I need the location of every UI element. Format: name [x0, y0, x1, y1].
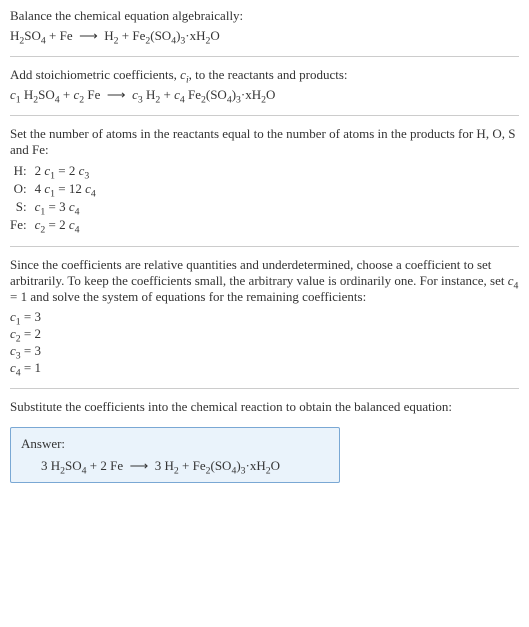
section-stoich: Add stoichiometric coefficients, ci, to …: [10, 67, 519, 103]
atoms-table: H: 2 c1 = 2 c3 O: 4 c1 = 12 c4 S: c1 = 3…: [10, 162, 96, 234]
table-row: Fe: c2 = 2 c4: [10, 216, 96, 234]
divider: [10, 246, 519, 247]
row-equation: 4 c1 = 12 c4: [35, 180, 96, 198]
divider: [10, 115, 519, 116]
coeff-value: c1 = 3: [10, 309, 519, 325]
table-row: H: 2 c1 = 2 c3: [10, 162, 96, 180]
coeff-value: c3 = 3: [10, 343, 519, 359]
balance-title: Balance the chemical equation algebraica…: [10, 8, 519, 24]
answer-box: Answer: 3 H2SO4 + 2 Fe ⟶ 3 H2 + Fe2(SO4)…: [10, 427, 340, 483]
section-solve: Since the coefficients are relative quan…: [10, 257, 519, 376]
stoich-equation: c1 H2SO4 + c2 Fe ⟶ c3 H2 + c4 Fe2(SO4)3·…: [10, 87, 519, 103]
row-label: Fe:: [10, 216, 35, 234]
section-atoms: Set the number of atoms in the reactants…: [10, 126, 519, 234]
answer-label: Answer:: [21, 436, 329, 452]
table-row: O: 4 c1 = 12 c4: [10, 180, 96, 198]
coefficients-list: c1 = 3 c2 = 2 c3 = 3 c4 = 1: [10, 309, 519, 376]
section-substitute: Substitute the coefficients into the che…: [10, 399, 519, 415]
atoms-title: Set the number of atoms in the reactants…: [10, 126, 519, 158]
row-label: O:: [10, 180, 35, 198]
row-equation: c2 = 2 c4: [35, 216, 96, 234]
section-balance: Balance the chemical equation algebraica…: [10, 8, 519, 44]
divider: [10, 388, 519, 389]
ci-symbol: ci: [180, 67, 189, 82]
coeff-value: c2 = 2: [10, 326, 519, 342]
row-equation: 2 c1 = 2 c3: [35, 162, 96, 180]
row-label: H:: [10, 162, 35, 180]
answer-equation: 3 H2SO4 + 2 Fe ⟶ 3 H2 + Fe2(SO4)3·xH2O: [41, 458, 329, 474]
solve-title: Since the coefficients are relative quan…: [10, 257, 519, 305]
substitute-title: Substitute the coefficients into the che…: [10, 399, 519, 415]
row-label: S:: [10, 198, 35, 216]
divider: [10, 56, 519, 57]
stoich-title: Add stoichiometric coefficients, ci, to …: [10, 67, 519, 83]
table-row: S: c1 = 3 c4: [10, 198, 96, 216]
balance-equation: H2SO4 + Fe ⟶ H2 + Fe2(SO4)3·xH2O: [10, 28, 519, 44]
coeff-value: c4 = 1: [10, 360, 519, 376]
row-equation: c1 = 3 c4: [35, 198, 96, 216]
